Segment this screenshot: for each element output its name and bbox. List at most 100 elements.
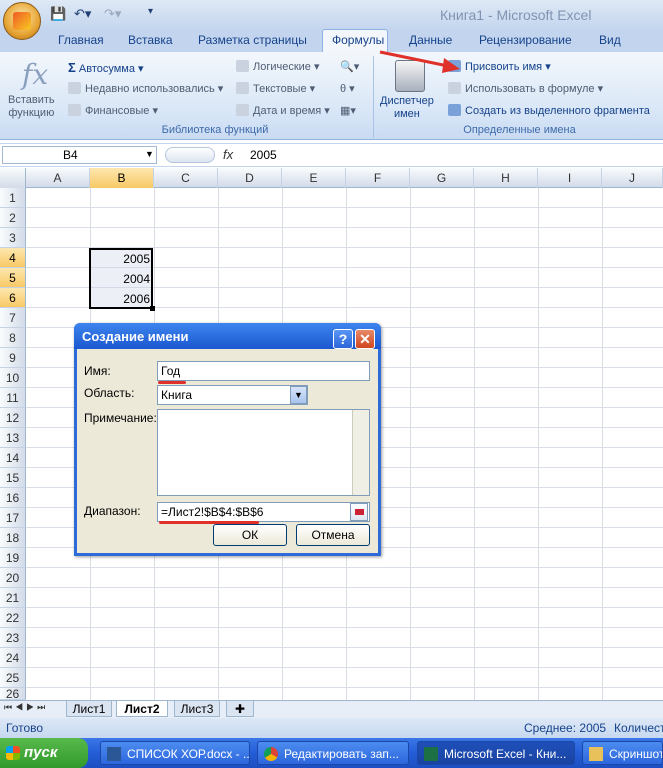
financial-button[interactable]: Финансовые ▾ — [68, 104, 158, 117]
sheet-tab-2[interactable]: Лист2 — [116, 700, 168, 717]
comment-textarea[interactable] — [157, 409, 370, 496]
use-in-formula-button[interactable]: Использовать в формуле ▾ — [448, 82, 603, 95]
name-input[interactable]: Год — [157, 361, 370, 381]
select-all-corner[interactable] — [0, 168, 26, 188]
tab-home[interactable]: Главная — [58, 33, 104, 47]
sheet-tab-3[interactable]: Лист3 — [174, 700, 220, 717]
row-header[interactable]: 18 — [0, 528, 26, 548]
col-header-f[interactable]: F — [346, 168, 410, 188]
scope-label: Область: — [84, 386, 135, 400]
logical-label: Логические — [253, 61, 311, 73]
row-header[interactable]: 9 — [0, 348, 26, 368]
row-header[interactable]: 8 — [0, 328, 26, 348]
col-header-a[interactable]: A — [26, 168, 90, 188]
start-button[interactable]: пуск — [0, 738, 88, 768]
row-header[interactable]: 10 — [0, 368, 26, 388]
insert-sheet-icon[interactable]: ✚ — [226, 700, 254, 717]
comment-scrollbar[interactable] — [352, 410, 369, 495]
tab-data[interactable]: Данные — [409, 33, 452, 47]
office-button[interactable] — [3, 2, 41, 40]
col-header-c[interactable]: C — [154, 168, 218, 188]
row-header[interactable]: 3 — [0, 228, 26, 248]
tab-page-layout[interactable]: Разметка страницы — [198, 33, 307, 47]
math-button[interactable]: θ ▾ — [340, 82, 355, 95]
scope-select[interactable]: Книга — [157, 385, 308, 405]
col-header-h[interactable]: H — [474, 168, 538, 188]
cell-b4[interactable]: 2005 — [90, 249, 152, 269]
row-header[interactable]: 12 — [0, 408, 26, 428]
row-header[interactable]: 13 — [0, 428, 26, 448]
row-header[interactable]: 17 — [0, 508, 26, 528]
create-from-selection-icon — [448, 104, 461, 116]
row-header[interactable]: 6 — [0, 288, 26, 308]
group-separator — [373, 56, 374, 138]
recent-button[interactable]: Недавно использовались ▾ — [68, 82, 223, 95]
formula-fx-icon[interactable]: fx — [223, 147, 233, 162]
row-header[interactable]: 22 — [0, 608, 26, 628]
name-manager-button[interactable]: Диспетчер имен — [380, 95, 434, 121]
row-header[interactable]: 23 — [0, 628, 26, 648]
taskbar-item-word[interactable]: СПИСОК ХОР.docx - ... — [100, 741, 250, 765]
cancel-button[interactable]: Отмена — [296, 524, 370, 546]
save-icon[interactable]: 💾 — [50, 6, 66, 24]
taskbar-item-screenshots[interactable]: Скриншоты — [582, 741, 663, 765]
row-header[interactable]: 21 — [0, 588, 26, 608]
row-header[interactable]: 1 — [0, 188, 26, 208]
taskbar-item-excel[interactable]: Microsoft Excel - Кни... — [417, 741, 575, 765]
row-header[interactable]: 16 — [0, 488, 26, 508]
col-header-j[interactable]: J — [602, 168, 663, 188]
lookup-button[interactable]: 🔍▾ — [340, 60, 359, 73]
row-header[interactable]: 26 — [0, 688, 26, 700]
autosum-button[interactable]: Σ Автосумма ▾ — [68, 60, 144, 75]
tab-formulas[interactable]: Формулы — [332, 33, 384, 47]
range-input[interactable]: =Лист2!$B$4:$B$6 — [157, 502, 370, 522]
use-in-formula-label: Использовать в формуле — [465, 83, 595, 95]
sheet-tab-1[interactable]: Лист1 — [66, 700, 112, 717]
col-header-i[interactable]: I — [538, 168, 602, 188]
row-header[interactable]: 15 — [0, 468, 26, 488]
cell-b6[interactable]: 2006 — [90, 289, 152, 309]
row-header[interactable]: 2 — [0, 208, 26, 228]
row-header[interactable]: 7 — [0, 308, 26, 328]
tab-review[interactable]: Рецензирование — [479, 33, 572, 47]
range-collapse-icon[interactable] — [350, 503, 368, 521]
row-header[interactable]: 14 — [0, 448, 26, 468]
name-box[interactable]: B4 — [2, 146, 157, 164]
formula-bar-buttons[interactable] — [165, 147, 215, 163]
row-header[interactable]: 11 — [0, 388, 26, 408]
qat-customize-icon[interactable]: ▾ — [148, 6, 153, 24]
row-header[interactable]: 24 — [0, 648, 26, 668]
cell-b5[interactable]: 2004 — [90, 269, 152, 289]
row-header[interactable]: 5 — [0, 268, 26, 288]
insert-function-button[interactable]: Вставить функцию — [8, 94, 55, 120]
col-header-b[interactable]: B — [90, 168, 154, 188]
help-button[interactable]: ? — [333, 329, 353, 349]
row-header[interactable]: 25 — [0, 668, 26, 688]
row-header[interactable]: 4 — [0, 248, 26, 268]
row-header[interactable]: 19 — [0, 548, 26, 568]
grid-hline — [26, 587, 663, 588]
undo-icon[interactable]: ↶▾ — [74, 6, 91, 24]
more-functions-button[interactable]: ▦▾ — [340, 104, 356, 117]
taskbar-item-chrome[interactable]: Редактировать зап... — [257, 741, 409, 765]
name-underline-annotation — [158, 381, 186, 384]
create-from-selection-button[interactable]: Создать из выделенного фрагмента — [448, 104, 650, 117]
scope-dropdown-icon[interactable]: ▼ — [290, 386, 307, 404]
name-box-dropdown-icon[interactable]: ▼ — [145, 149, 154, 159]
row-header[interactable]: 20 — [0, 568, 26, 588]
sheet-nav-arrows[interactable]: ⏮◀▶⏭ — [4, 702, 48, 713]
tab-insert[interactable]: Вставка — [128, 33, 173, 47]
formula-input[interactable]: 2005 — [250, 148, 277, 162]
datetime-button[interactable]: Дата и время ▾ — [236, 104, 330, 117]
text-button[interactable]: Текстовые ▾ — [236, 82, 315, 95]
ok-button[interactable]: ОК — [213, 524, 287, 546]
col-header-g[interactable]: G — [410, 168, 474, 188]
close-button[interactable]: ✕ — [355, 329, 375, 349]
redo-icon[interactable]: ↷▾ — [104, 6, 121, 24]
name-label: Имя: — [84, 364, 111, 378]
col-header-d[interactable]: D — [218, 168, 282, 188]
tab-view[interactable]: Вид — [599, 33, 621, 47]
col-header-e[interactable]: E — [282, 168, 346, 188]
start-label: пуск — [24, 744, 58, 761]
logical-button[interactable]: Логические ▾ — [236, 60, 320, 73]
